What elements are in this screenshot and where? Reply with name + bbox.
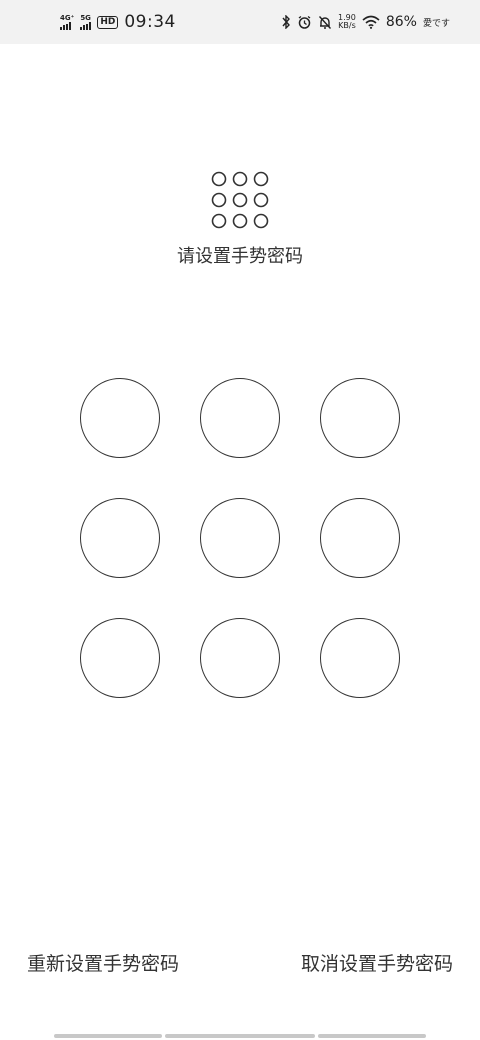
status-bar: 4G⁺ 5G HD 09:34 1.90 KB/s 86% 愛です: [0, 0, 480, 44]
pattern-node-6[interactable]: [320, 498, 400, 578]
status-bar-left: 4G⁺ 5G HD 09:34: [60, 12, 176, 32]
clock: 09:34: [124, 12, 176, 32]
pattern-node-3[interactable]: [320, 378, 400, 458]
signal-bars-icon: [60, 21, 71, 30]
gesture-prompt: 请设置手势密码: [177, 246, 303, 267]
pattern-node-9[interactable]: [320, 618, 400, 698]
nav-handle-left[interactable]: [54, 1034, 162, 1038]
pattern-node-7[interactable]: [80, 618, 160, 698]
pattern-node-4[interactable]: [80, 498, 160, 578]
pattern-node-5[interactable]: [200, 498, 280, 578]
mute-bell-icon: [319, 15, 332, 29]
pattern-node-8[interactable]: [200, 618, 280, 698]
wifi-icon: [362, 15, 380, 29]
signal-5g: 5G: [80, 13, 92, 30]
pattern-lock-grid: [0, 0, 480, 1040]
signal-bars-icon: [80, 21, 92, 30]
bluetooth-icon: [282, 15, 291, 29]
status-bar-right: 1.90 KB/s 86% 愛です: [281, 14, 450, 30]
nav-handle-center[interactable]: [165, 1034, 315, 1038]
speed-unit: KB/s: [338, 21, 356, 30]
nav-handle-right[interactable]: [318, 1034, 426, 1038]
cancel-pattern-button[interactable]: 取消设置手势密码: [301, 949, 453, 976]
hd-voice-icon: HD: [97, 15, 119, 29]
network-speed: 1.90 KB/s: [338, 14, 356, 30]
pattern-grid-icon: [211, 171, 269, 229]
net-type-1: 4G⁺: [60, 13, 75, 22]
reset-pattern-button[interactable]: 重新设置手势密码: [27, 949, 179, 976]
signal-4g: 4G⁺: [60, 13, 75, 30]
pattern-node-1[interactable]: [80, 378, 160, 458]
carrier-label: 愛です: [422, 18, 450, 29]
pattern-node-2[interactable]: [200, 378, 280, 458]
battery-level: 86%: [385, 14, 417, 30]
net-type-2: 5G: [80, 13, 91, 22]
alarm-icon: [298, 15, 311, 29]
